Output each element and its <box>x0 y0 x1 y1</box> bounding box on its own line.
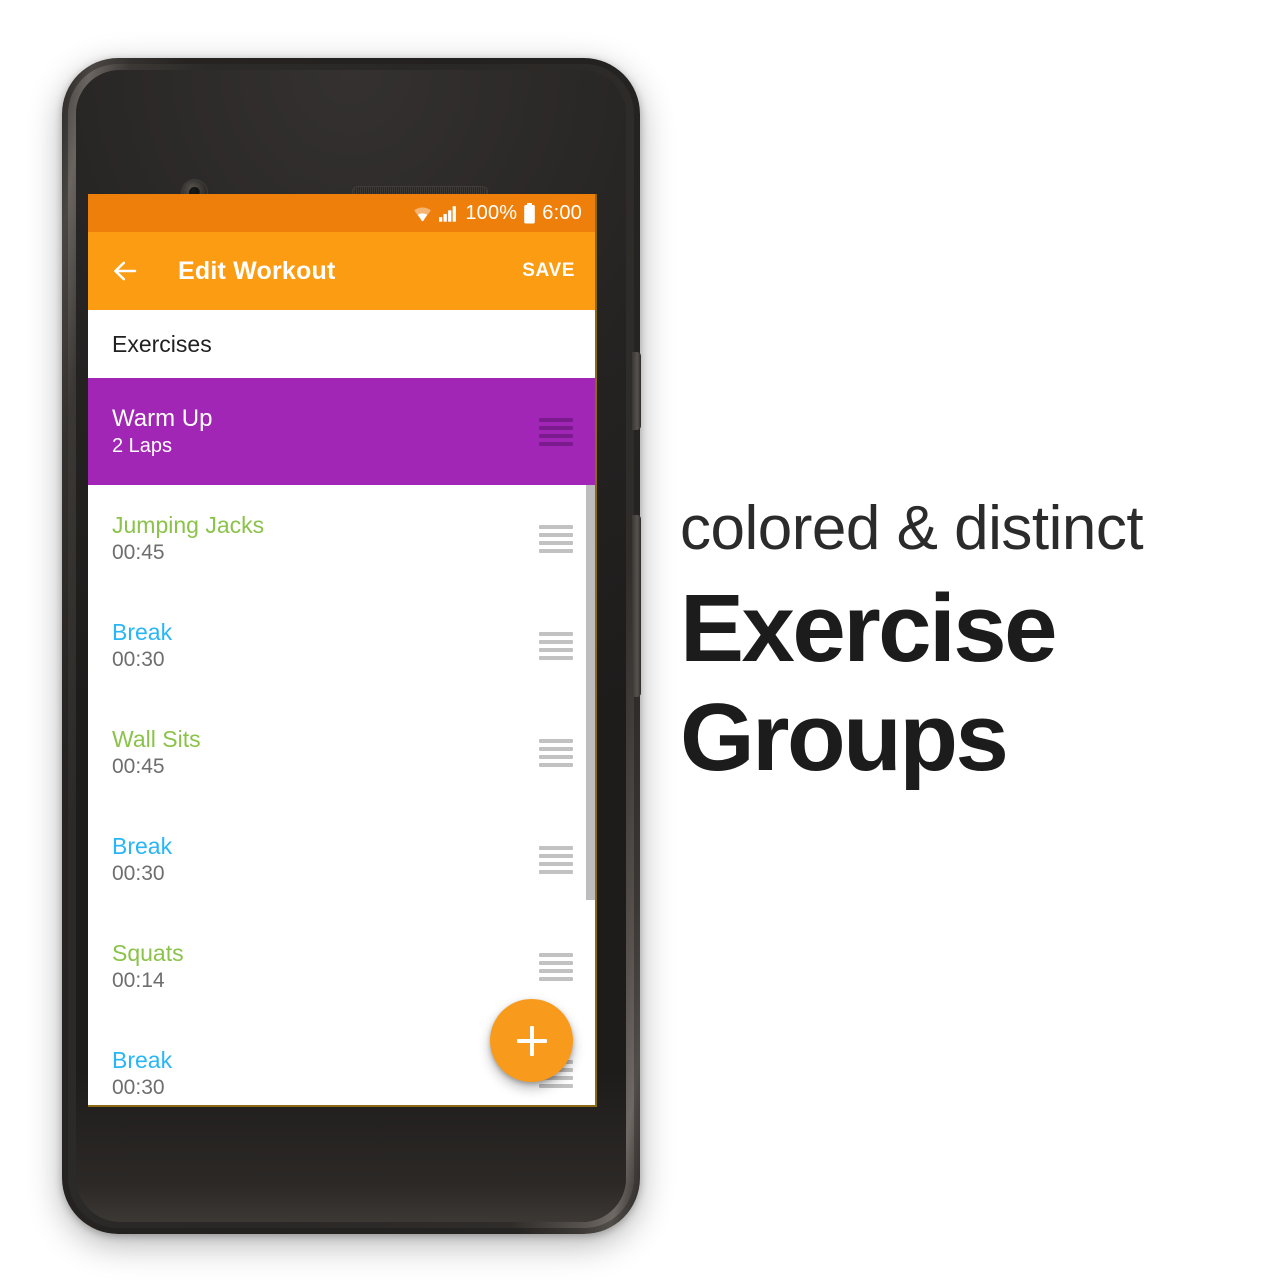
exercise-duration-label: 00:30 <box>112 1076 165 1100</box>
exercise-name-label: Break <box>112 1046 173 1073</box>
drag-handle-icon[interactable] <box>539 524 573 553</box>
caption-headline-line2: Groups <box>680 684 1009 792</box>
list-item[interactable]: Break 00:30 <box>88 806 595 913</box>
signal-bars-icon <box>439 205 459 222</box>
drag-handle-icon[interactable] <box>539 631 573 660</box>
exercise-text-block: Break 00:30 <box>112 834 172 885</box>
section-header-exercises: Exercises <box>88 310 595 378</box>
volume-rocker-button[interactable] <box>632 515 641 697</box>
battery-full-icon <box>523 202 536 224</box>
drag-handle-icon[interactable] <box>539 738 573 767</box>
exercise-text-block: Wall Sits 00:45 <box>112 727 201 778</box>
exercise-duration-label: 00:30 <box>112 862 165 886</box>
caption-headline-line1: Exercise <box>680 575 1058 682</box>
exercise-duration-label: 00:30 <box>112 648 165 672</box>
list-item[interactable]: Wall Sits 00:45 <box>88 699 595 806</box>
app-bar: Edit Workout SAVE <box>88 232 595 310</box>
add-exercise-fab[interactable] <box>490 999 573 1082</box>
exercise-text-block: Squats 00:14 <box>112 941 184 992</box>
exercise-duration-label: 00:14 <box>112 969 165 993</box>
battery-percent-label: 100% <box>465 202 518 224</box>
exercise-list: Warm Up 2 Laps Jumping Jacks 00:45 Break… <box>88 378 595 1105</box>
exercise-duration-label: 00:45 <box>112 541 165 565</box>
group-name-label: Warm Up <box>112 405 213 433</box>
list-item[interactable]: Jumping Jacks 00:45 <box>88 485 595 592</box>
clock-label: 6:00 <box>542 202 582 224</box>
exercise-duration-label: 00:45 <box>112 755 165 779</box>
save-button[interactable]: SAVE <box>522 260 575 282</box>
vertical-scrollbar[interactable] <box>586 485 595 900</box>
marketing-caption: colored & distinct Exercise Groups <box>680 498 1240 793</box>
page-title: Edit Workout <box>178 256 336 285</box>
wifi-icon <box>412 205 433 222</box>
exercise-name-label: Break <box>112 618 173 645</box>
caption-subtitle: colored & distinct <box>680 494 1144 563</box>
phone-screen: 100% 6:00 Edit Workout SAVE Exercises Wa… <box>88 194 597 1107</box>
group-text-block: Warm Up 2 Laps <box>112 406 212 456</box>
exercise-name-label: Break <box>112 832 173 859</box>
drag-handle-icon[interactable] <box>539 952 573 981</box>
drag-handle-icon[interactable] <box>539 845 573 874</box>
exercise-name-label: Wall Sits <box>112 725 201 752</box>
exercise-name-label: Jumping Jacks <box>112 511 265 538</box>
power-button[interactable] <box>632 352 641 430</box>
group-detail-label: 2 Laps <box>112 434 173 457</box>
back-arrow-icon[interactable] <box>110 256 140 286</box>
status-bar: 100% 6:00 <box>88 194 595 232</box>
list-item[interactable]: Break 00:30 <box>88 592 595 699</box>
section-header-label: Exercises <box>112 330 212 357</box>
plus-icon <box>516 1025 547 1056</box>
exercise-text-block: Break 00:30 <box>112 1048 172 1099</box>
drag-handle-icon[interactable] <box>539 417 573 446</box>
exercise-text-block: Jumping Jacks 00:45 <box>112 513 264 564</box>
exercise-text-block: Break 00:30 <box>112 620 172 671</box>
exercise-name-label: Squats <box>112 939 184 966</box>
screenshot-canvas: 100% 6:00 Edit Workout SAVE Exercises Wa… <box>0 0 1280 1280</box>
exercise-group-row[interactable]: Warm Up 2 Laps <box>88 378 595 485</box>
